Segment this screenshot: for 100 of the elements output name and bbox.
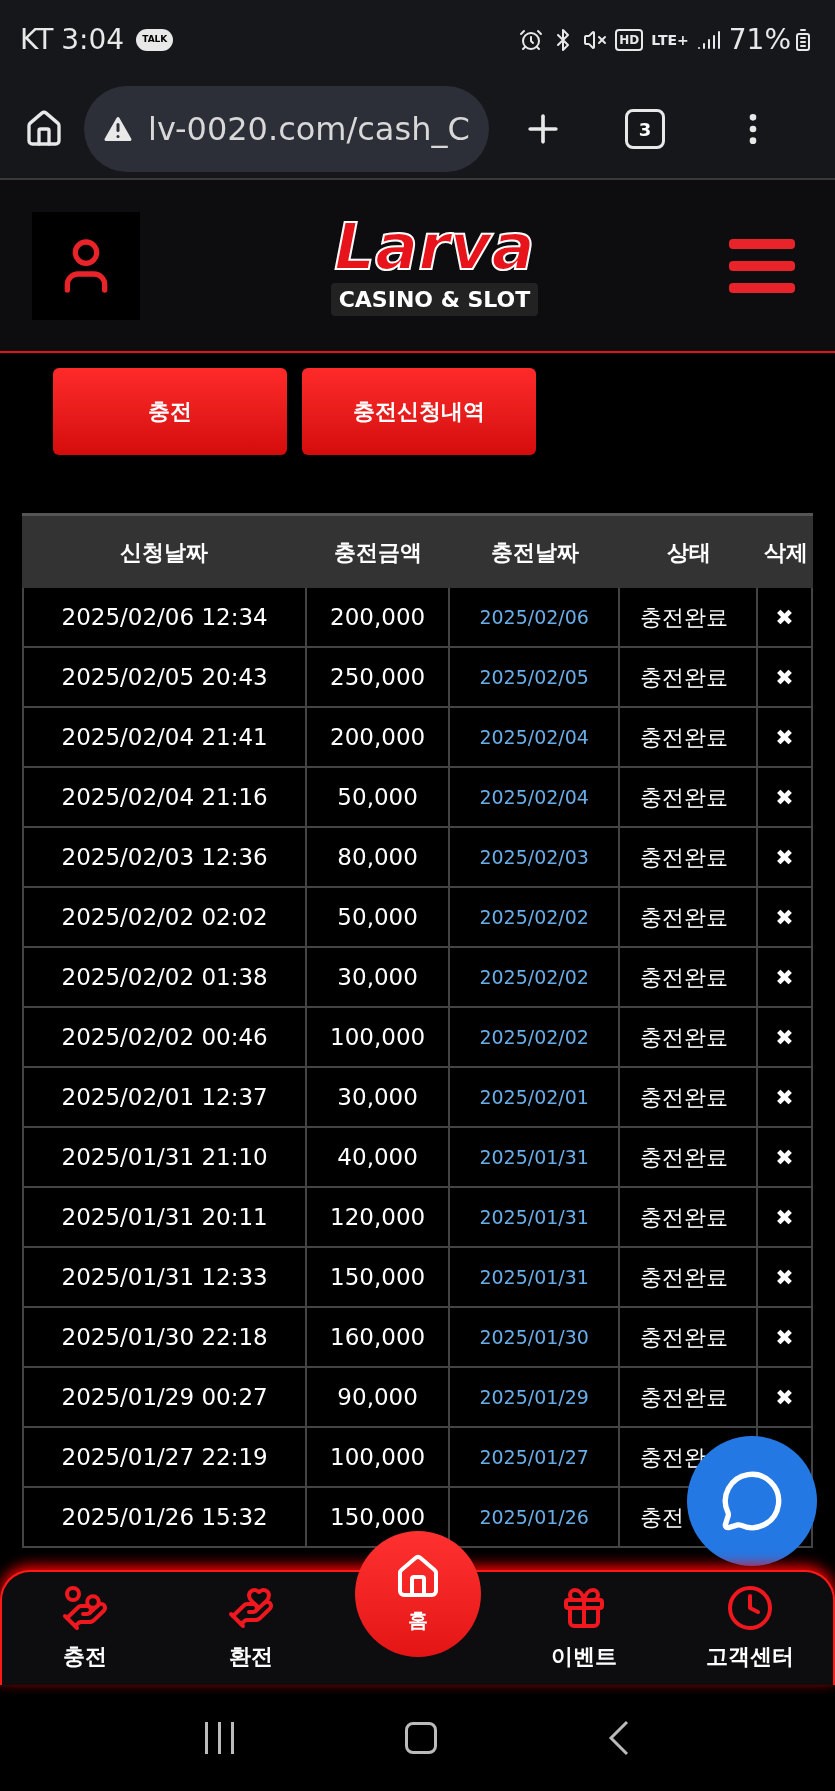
clock-icon <box>725 1584 774 1632</box>
back-icon[interactable] <box>607 1720 630 1756</box>
delete-button[interactable]: ✖ <box>775 900 794 934</box>
nav-item[interactable]: 고객센터 <box>705 1584 794 1673</box>
table-cell-text: 2025/02/01 <box>479 1084 589 1110</box>
table-cell-text: 150,000 <box>330 1502 426 1532</box>
url-text: lv-0020.com/cash_C <box>148 109 470 150</box>
table-cell-text: 50,000 <box>337 902 418 932</box>
table-cell-text: 2025/01/29 <box>479 1384 589 1410</box>
menu-icon[interactable] <box>729 238 795 293</box>
table-cell-text: 50,000 <box>337 782 418 812</box>
table-cell-text: 충전 <box>640 1503 686 1532</box>
hd-badge: HD <box>615 29 644 51</box>
column-header: 삭제 <box>763 538 808 567</box>
table-cell-text: 2025/01/31 21:10 <box>61 1142 268 1172</box>
table-cell-text: 충전완료 <box>640 963 730 992</box>
table-cell-text: 충전완료 <box>640 723 730 752</box>
table-cell-text: 2025/02/06 <box>479 604 589 630</box>
table-cell-text: 충전완료 <box>640 1083 730 1112</box>
column-header: 신청날짜 <box>120 538 208 567</box>
table-cell-text: 2025/01/27 22:19 <box>61 1442 268 1472</box>
address-bar[interactable]: lv-0020.com/cash_C <box>84 86 489 172</box>
delete-button[interactable]: ✖ <box>775 1380 794 1414</box>
table-cell-text: 120,000 <box>330 1202 426 1232</box>
table-cell-text: 2025/01/30 <box>479 1324 589 1350</box>
table-cell-text: 150,000 <box>330 1262 426 1292</box>
table-cell-text: 2025/02/03 12:36 <box>61 842 268 872</box>
account-button[interactable] <box>32 211 140 320</box>
column-header: 상태 <box>667 538 711 567</box>
table-cell-text: 2025/02/05 20:43 <box>61 662 268 692</box>
table-cell-text: 충전완료 <box>640 783 730 812</box>
table-cell-text: 2025/01/30 22:18 <box>61 1322 268 1352</box>
table-cell-text: 2025/01/26 15:32 <box>61 1502 268 1532</box>
table-cell-text: 충전완료 <box>640 843 730 872</box>
table-cell-text: 90,000 <box>337 1382 418 1412</box>
nav-item[interactable]: 홈 <box>354 1530 481 1657</box>
table-cell-text: 충전완료 <box>640 1263 730 1292</box>
table-cell-text: 80,000 <box>337 842 418 872</box>
table-cell-text: 30,000 <box>337 962 418 992</box>
table-cell-text: 250,000 <box>330 662 426 692</box>
table-cell-text: 2025/02/02 <box>479 964 589 990</box>
table-cell-text: 2025/02/02 <box>479 904 589 930</box>
logo-subtitle: CASINO & SLOT <box>330 283 539 316</box>
carrier: KT <box>20 22 54 58</box>
table-cell-text: 2025/01/31 <box>479 1204 589 1230</box>
table-cell-text: 2025/01/31 <box>479 1264 589 1290</box>
table-cell-text: 2025/02/02 00:46 <box>61 1022 268 1052</box>
table-cell-text: 2025/02/04 21:16 <box>61 782 268 812</box>
delete-button[interactable]: ✖ <box>775 780 794 814</box>
table-cell-text: 2025/02/02 01:38 <box>61 962 268 992</box>
table-cell-text: 충전완료 <box>640 1383 730 1412</box>
table-cell-text: 2025/01/31 <box>479 1144 589 1170</box>
table-cell-text: 2025/01/31 12:33 <box>61 1262 268 1292</box>
delete-button[interactable]: ✖ <box>775 1020 794 1054</box>
delete-button[interactable]: ✖ <box>775 960 794 994</box>
talk-badge: TALK <box>136 29 174 51</box>
column-header: 충전날짜 <box>490 538 579 567</box>
table-cell-text: 2025/01/31 20:11 <box>61 1202 268 1232</box>
action-button[interactable]: 충전신청내역 <box>302 368 536 455</box>
recent-apps-icon[interactable] <box>205 1722 235 1754</box>
table-cell-text: 2025/02/04 <box>479 724 589 750</box>
table-cell-text: 200,000 <box>330 602 426 632</box>
home-nav-icon[interactable] <box>405 1722 437 1754</box>
delete-button[interactable]: ✖ <box>775 660 794 694</box>
table-cell-text: 충전완료 <box>640 1323 730 1352</box>
table-cell-text: 2025/01/29 00:27 <box>61 1382 268 1412</box>
tab-count[interactable]: 3 <box>625 109 665 149</box>
table-cell-text: 2025/02/02 <box>479 1024 589 1050</box>
delete-button[interactable]: ✖ <box>775 1140 794 1174</box>
table-cell-text: 2025/02/06 12:34 <box>61 602 268 632</box>
table-cell-text: 160,000 <box>330 1322 426 1352</box>
delete-button[interactable]: ✖ <box>775 1200 794 1234</box>
table-cell-text: 2025/01/26 <box>479 1504 589 1530</box>
table-cell-text: 100,000 <box>330 1022 426 1052</box>
nav-item[interactable]: 충전 <box>61 1584 110 1673</box>
mute-icon <box>583 28 608 52</box>
table-cell-text: 충전완료 <box>640 1023 730 1052</box>
signal-icon <box>696 28 721 52</box>
delete-button[interactable]: ✖ <box>775 1080 794 1114</box>
table-cell-text: 2025/01/27 <box>479 1444 589 1470</box>
table-cell-text: 2025/02/03 <box>479 844 589 870</box>
table-cell-text: 30,000 <box>337 1082 418 1112</box>
delete-button[interactable]: ✖ <box>775 1320 794 1354</box>
table-cell-text: 충전완료 <box>640 1143 730 1172</box>
battery-percent: 71% <box>728 22 791 58</box>
table-cell-text: 40,000 <box>337 1142 418 1172</box>
network-type: LTE+ <box>651 30 689 50</box>
action-button[interactable]: 충전 <box>53 368 287 455</box>
delete-button[interactable]: ✖ <box>775 720 794 754</box>
nav-item[interactable]: 이벤트 <box>550 1584 617 1673</box>
hand-coin-icon <box>61 1584 110 1632</box>
chat-icon <box>720 1469 784 1533</box>
table-cell-text: 충전완료 <box>640 903 730 932</box>
delete-button[interactable]: ✖ <box>775 840 794 874</box>
home-icon[interactable] <box>24 109 64 149</box>
logo-title: Larva <box>334 215 535 279</box>
delete-button[interactable]: ✖ <box>775 1260 794 1294</box>
delete-button[interactable]: ✖ <box>775 600 794 634</box>
table-cell-text: 100,000 <box>330 1442 426 1472</box>
nav-item[interactable]: 환전 <box>227 1584 276 1673</box>
